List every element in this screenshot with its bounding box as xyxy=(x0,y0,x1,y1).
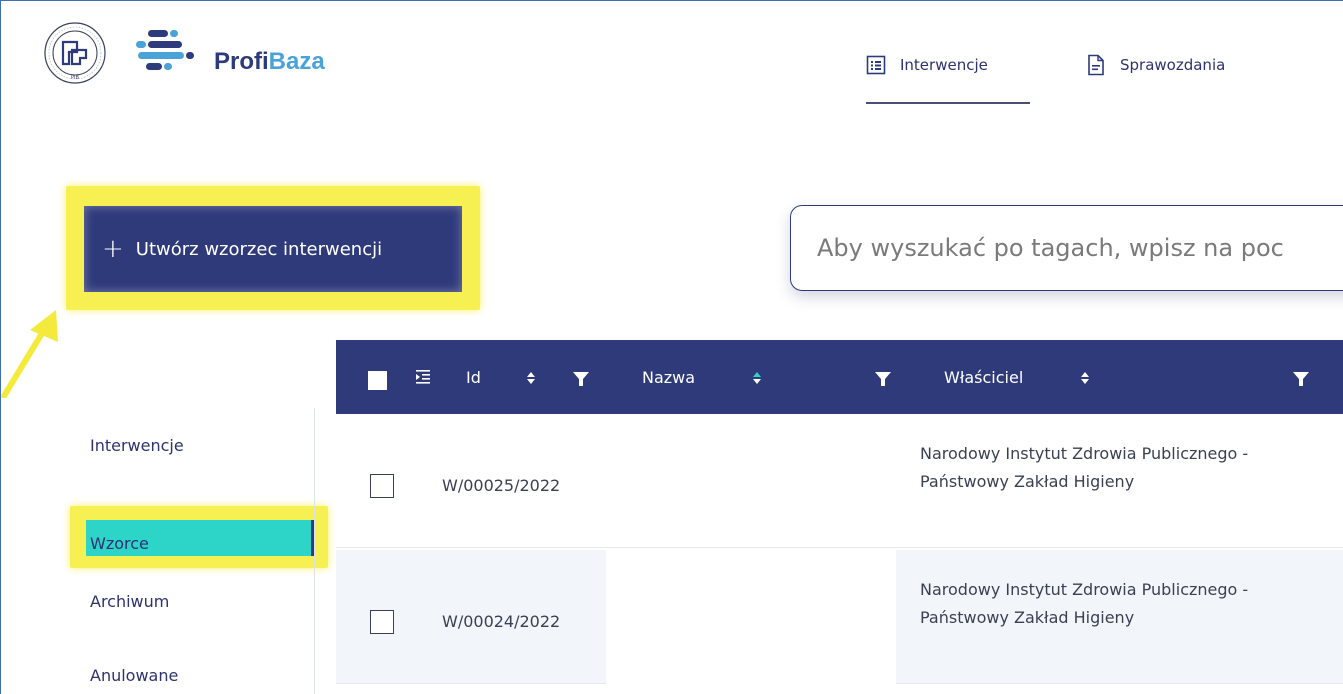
seal-caption: PIB xyxy=(71,75,79,81)
expand-columns-icon[interactable] xyxy=(416,369,430,385)
filter-icon[interactable] xyxy=(1292,370,1310,388)
sidebar-item-anulowane[interactable]: Anulowane xyxy=(90,666,178,685)
create-template-button[interactable]: + Utwórz wzorzec interwencji xyxy=(84,206,462,292)
row-owner: Narodowy Instytut Zdrowia Publicznego - … xyxy=(920,444,1249,491)
plus-icon: + xyxy=(102,234,124,264)
arrow-annotation-icon xyxy=(1,310,58,398)
sidebar-item-interwencje[interactable]: Interwencje xyxy=(90,436,184,455)
sidebar-divider xyxy=(314,408,315,694)
name-cell xyxy=(606,414,896,548)
column-header-wlasciciel[interactable]: Właściciel xyxy=(944,368,1023,387)
sort-icon[interactable] xyxy=(526,369,536,387)
filter-icon[interactable] xyxy=(572,370,590,388)
list-icon xyxy=(866,55,886,75)
institute-seal-logo: PIB xyxy=(44,22,106,84)
name-cell xyxy=(606,550,896,684)
active-tab-underline xyxy=(866,102,1030,104)
table-row[interactable]: W/00025/2022 Narodowy Instytut Zdrowia P… xyxy=(336,414,1343,548)
nav-tab-label: Interwencje xyxy=(900,56,988,74)
row-id: W/00025/2022 xyxy=(442,476,561,495)
nav-tab-label: Sprawozdania xyxy=(1120,56,1226,74)
sort-icon[interactable] xyxy=(1080,369,1090,387)
row-id: W/00024/2022 xyxy=(442,612,561,631)
sidebar-item-archiwum[interactable]: Archiwum xyxy=(90,592,169,611)
column-header-nazwa[interactable]: Nazwa xyxy=(642,368,695,387)
brand-name: ProfiBaza xyxy=(214,48,325,76)
create-template-label: Utwórz wzorzec interwencji xyxy=(135,238,383,260)
row-checkbox[interactable] xyxy=(370,474,394,498)
profibaza-logo-mark xyxy=(136,30,194,70)
table-header: Id Nazwa Właściciel xyxy=(336,340,1343,414)
row-owner: Narodowy Instytut Zdrowia Publicznego - … xyxy=(920,580,1249,627)
sort-icon[interactable] xyxy=(752,369,762,387)
filter-icon[interactable] xyxy=(874,370,892,388)
sidebar-item-wzorce[interactable]: Wzorce xyxy=(86,520,314,556)
row-checkbox[interactable] xyxy=(370,610,394,634)
column-header-id[interactable]: Id xyxy=(466,368,481,387)
nav-tab-sprawozdania[interactable]: Sprawozdania xyxy=(1086,50,1225,80)
document-icon xyxy=(1088,54,1104,76)
tag-search-input[interactable] xyxy=(790,205,1343,291)
nav-tab-interwencje[interactable]: Interwencje xyxy=(866,50,988,80)
brand-name-part2: Baza xyxy=(268,48,325,75)
select-all-checkbox[interactable] xyxy=(368,371,387,390)
table-row[interactable]: W/00024/2022 Narodowy Instytut Zdrowia P… xyxy=(336,550,1343,684)
brand-name-part1: Profi xyxy=(214,48,269,75)
